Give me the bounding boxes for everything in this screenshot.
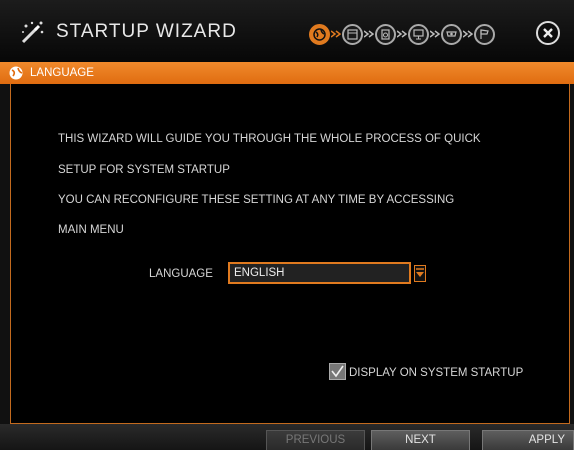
close-button[interactable] bbox=[536, 21, 560, 45]
language-select[interactable]: ENGLISH bbox=[228, 262, 411, 284]
step-camera-icon[interactable] bbox=[441, 24, 462, 45]
apply-button[interactable]: APPLY bbox=[482, 430, 574, 450]
close-icon bbox=[543, 28, 553, 38]
chevron-down-icon bbox=[416, 268, 424, 277]
check-icon bbox=[331, 365, 344, 378]
intro-line-2: SETUP FOR SYSTEM STARTUP bbox=[58, 164, 230, 176]
section-title: LANGUAGE bbox=[30, 67, 94, 79]
section-header: LANGUAGE bbox=[0, 62, 574, 84]
wizard-content: THIS WIZARD WILL GUIDE YOU THROUGH THE W… bbox=[10, 84, 570, 424]
intro-line-4: MAIN MENU bbox=[58, 224, 124, 236]
step-arrow-icon bbox=[462, 24, 474, 45]
intro-line-3: YOU CAN RECONFIGURE THESE SETTING AT ANY… bbox=[58, 194, 455, 206]
step-datetime-calendar-icon[interactable] bbox=[342, 24, 363, 45]
language-dropdown-button[interactable] bbox=[414, 265, 426, 282]
window-title: STARTUP WIZARD bbox=[56, 21, 237, 42]
step-arrow-icon bbox=[429, 24, 441, 45]
step-language-globe-icon[interactable] bbox=[309, 24, 330, 45]
display-on-startup-checkbox[interactable] bbox=[329, 363, 346, 380]
globe-icon bbox=[9, 66, 23, 80]
display-on-startup-label: DISPLAY ON SYSTEM STARTUP bbox=[349, 367, 524, 379]
intro-line-1: THIS WIZARD WILL GUIDE YOU THROUGH THE W… bbox=[58, 133, 481, 145]
step-arrow-icon bbox=[363, 24, 375, 45]
step-arrow-icon bbox=[396, 24, 408, 45]
wizard-steps bbox=[309, 24, 495, 45]
title-bar: STARTUP WIZARD bbox=[0, 0, 574, 62]
previous-button[interactable]: PREVIOUS bbox=[266, 430, 365, 450]
next-button[interactable]: NEXT bbox=[371, 430, 470, 450]
magic-wand-icon bbox=[21, 21, 44, 44]
step-storage-disk-icon[interactable] bbox=[375, 24, 396, 45]
step-display-monitor-icon[interactable] bbox=[408, 24, 429, 45]
step-arrow-icon bbox=[330, 24, 342, 45]
button-bar: PREVIOUS NEXT APPLY bbox=[0, 424, 574, 450]
step-finish-flag-icon[interactable] bbox=[474, 24, 495, 45]
language-label: LANGUAGE bbox=[149, 268, 213, 280]
